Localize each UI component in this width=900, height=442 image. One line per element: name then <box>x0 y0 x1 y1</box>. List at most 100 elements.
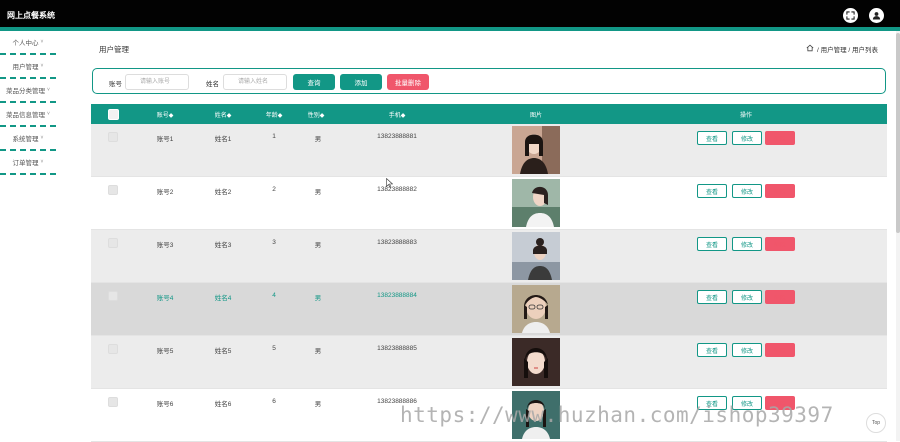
user-photo[interactable] <box>512 285 560 333</box>
home-icon[interactable] <box>806 44 814 54</box>
user-photo[interactable] <box>512 232 560 280</box>
chevron-down-icon: ˅ <box>40 39 44 45</box>
name-input[interactable]: 请输入姓名 <box>223 74 287 90</box>
row-checkbox[interactable] <box>108 291 118 301</box>
sidebar-item-profile[interactable]: 个人中心 ˅ <box>0 31 56 55</box>
cell-name: 姓名6 <box>214 401 232 408</box>
col-actions: 操作 <box>739 113 753 119</box>
cell-gender: 男 <box>314 242 322 249</box>
delete-button[interactable]: 删除 <box>765 343 795 357</box>
col-account[interactable]: 账号◆ <box>157 110 174 119</box>
table-row[interactable]: 账号4 姓名4 4 男 13823888884 查看 修改 删除 <box>91 283 887 336</box>
cell-account: 账号1 <box>156 136 174 143</box>
user-photo[interactable] <box>512 179 560 227</box>
col-phone[interactable]: 手机◆ <box>389 110 406 119</box>
row-checkbox[interactable] <box>108 132 118 142</box>
delete-button[interactable]: 删除 <box>765 131 795 145</box>
cell-name: 姓名1 <box>214 136 232 143</box>
cell-account: 账号2 <box>156 189 174 196</box>
watermark: https://www.huzhan.com/ishop39397 <box>400 403 834 427</box>
sidebar-item-label: 订单管理 <box>12 160 39 167</box>
chevron-down-icon: ˅ <box>40 135 44 141</box>
edit-button[interactable]: 修改 <box>732 290 762 304</box>
user-photo[interactable] <box>512 338 560 386</box>
user-avatar-icon[interactable] <box>869 8 884 23</box>
add-button[interactable]: 添加 <box>340 74 382 90</box>
sidebar-item-label: 系统管理 <box>12 136 39 143</box>
sidebar-item-label: 用户管理 <box>12 64 39 71</box>
cell-account: 账号3 <box>156 242 174 249</box>
cell-gender: 男 <box>314 348 322 355</box>
view-button[interactable]: 查看 <box>697 290 727 304</box>
edit-button[interactable]: 修改 <box>732 131 762 145</box>
cell-gender: 男 <box>314 189 322 196</box>
view-button[interactable]: 查看 <box>697 184 727 198</box>
view-button[interactable]: 查看 <box>697 343 727 357</box>
cell-age: 1 <box>272 133 276 140</box>
select-all-checkbox[interactable] <box>108 109 119 120</box>
table-row[interactable]: 账号5 姓名5 5 男 13823888885 查看 修改 删除 <box>91 336 887 389</box>
back-to-top-button[interactable]: Top <box>866 413 886 433</box>
chevron-down-icon: ˅ <box>47 111 50 117</box>
cell-phone: 13823888881 <box>377 133 417 140</box>
edit-button[interactable]: 修改 <box>732 237 762 251</box>
batch-delete-button[interactable]: 批量删除 <box>387 74 429 90</box>
cell-age: 6 <box>272 398 276 405</box>
sidebar-item-label: 菜品信息管理 <box>6 112 46 119</box>
account-input[interactable]: 请输入账号 <box>125 74 189 90</box>
edit-button[interactable]: 修改 <box>732 343 762 357</box>
table-row[interactable]: 账号1 姓名1 1 男 13823888881 查看 修改 删除 <box>91 124 887 177</box>
table-row[interactable]: 账号2 姓名2 2 男 13823888882 查看 修改 删除 <box>91 177 887 230</box>
view-button[interactable]: 查看 <box>697 131 727 145</box>
name-label: 姓名 <box>206 81 219 88</box>
account-label: 账号 <box>109 81 122 88</box>
delete-button[interactable]: 删除 <box>765 290 795 304</box>
cell-phone: 13823888883 <box>377 239 417 246</box>
delete-button[interactable]: 删除 <box>765 237 795 251</box>
sidebar-item-orders[interactable]: 订单管理 ˅ <box>0 151 56 175</box>
app-title: 网上点餐系统 <box>7 11 55 20</box>
col-gender[interactable]: 性别◆ <box>308 110 325 119</box>
view-button[interactable]: 查看 <box>697 237 727 251</box>
scrollbar-thumb[interactable] <box>896 33 900 233</box>
cell-age: 4 <box>272 292 276 299</box>
edit-button[interactable]: 修改 <box>732 184 762 198</box>
fullscreen-icon[interactable] <box>843 8 858 23</box>
sidebar-item-users[interactable]: 用户管理 ˅ <box>0 55 56 79</box>
col-name[interactable]: 姓名◆ <box>215 110 232 119</box>
cell-phone: 13823888885 <box>377 345 417 352</box>
row-checkbox[interactable] <box>108 238 118 248</box>
col-age[interactable]: 年龄◆ <box>266 110 283 119</box>
page-scrollbar[interactable] <box>896 31 900 441</box>
cell-gender: 男 <box>314 401 322 408</box>
cell-name: 姓名3 <box>214 242 232 249</box>
sidebar-item-label: 菜品分类管理 <box>6 88 46 95</box>
sidebar-item-dish-info[interactable]: 菜品信息管理 ˅ <box>0 103 56 127</box>
cell-name: 姓名4 <box>214 295 232 302</box>
user-table: 账号◆ 姓名◆ 年龄◆ 性别◆ 手机◆ 图片 操作 账号1 姓名1 1 男 13… <box>91 104 887 442</box>
top-bar: 网上点餐系统 <box>0 0 900 31</box>
table-row[interactable]: 账号3 姓名3 3 男 13823888883 查看 修改 删除 <box>91 230 887 283</box>
delete-button[interactable]: 删除 <box>765 184 795 198</box>
table-header: 账号◆ 姓名◆ 年龄◆ 性别◆ 手机◆ 图片 操作 <box>91 104 887 124</box>
chevron-down-icon: ˅ <box>40 63 44 69</box>
row-checkbox[interactable] <box>108 344 118 354</box>
sidebar-item-dish-category[interactable]: 菜品分类管理 ˅ <box>0 79 56 103</box>
mouse-cursor-icon <box>386 177 394 190</box>
user-photo[interactable] <box>512 126 560 174</box>
query-button[interactable]: 查询 <box>293 74 335 90</box>
cell-gender: 男 <box>314 295 322 302</box>
sidebar-item-system[interactable]: 系统管理 ˅ <box>0 127 56 151</box>
breadcrumb-text[interactable]: / 用户管理 / 用户列表 <box>817 44 878 54</box>
sidebar-item-label: 个人中心 <box>12 40 39 47</box>
cell-account: 账号4 <box>156 295 174 302</box>
chevron-down-icon: ˅ <box>40 159 44 165</box>
cell-name: 姓名2 <box>214 189 232 196</box>
cell-name: 姓名5 <box>214 348 232 355</box>
chevron-down-icon: ˅ <box>47 87 50 93</box>
row-checkbox[interactable] <box>108 185 118 195</box>
row-checkbox[interactable] <box>108 397 118 407</box>
col-image: 图片 <box>529 113 543 119</box>
cell-account: 账号5 <box>156 348 174 355</box>
breadcrumb: / 用户管理 / 用户列表 <box>806 44 878 54</box>
